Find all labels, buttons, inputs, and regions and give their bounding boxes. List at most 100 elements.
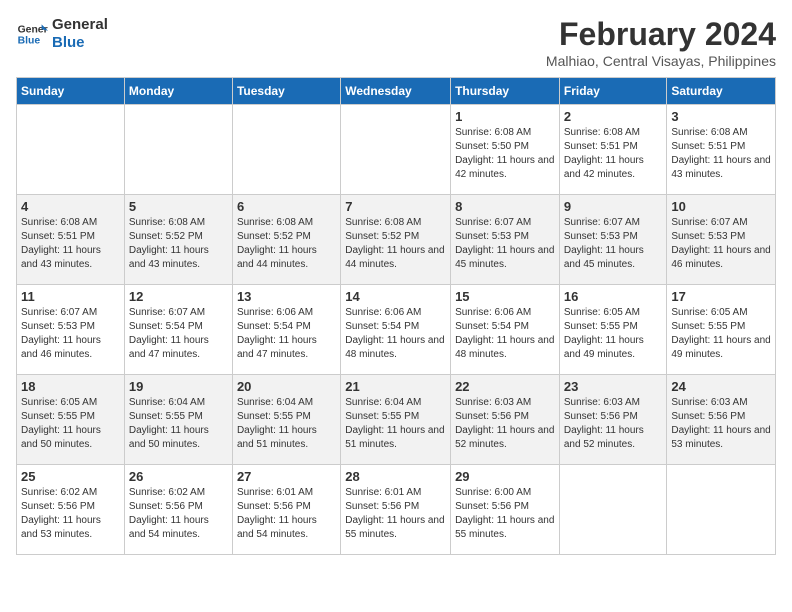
- day-number: 22: [455, 379, 555, 394]
- calendar-cell: 2 Sunrise: 6:08 AMSunset: 5:51 PMDaylight…: [559, 105, 667, 195]
- calendar-cell: 25 Sunrise: 6:02 AMSunset: 5:56 PMDayligh…: [17, 465, 125, 555]
- logo-blue: Blue: [52, 34, 108, 52]
- month-year: February 2024: [546, 16, 776, 53]
- logo: General Blue General Blue: [16, 16, 108, 52]
- day-info: Sunrise: 6:02 AMSunset: 5:56 PMDaylight:…: [129, 486, 228, 542]
- calendar-cell: 7Sunrise: 6:08 AMSunset: 5:52 PMDaylight…: [341, 195, 451, 285]
- day-info: Sunrise: 6:03 AMSunset: 5:56 PMDaylight:…: [564, 396, 663, 452]
- calendar-cell: 9 Sunrise: 6:07 AMSunset: 5:53 PMDaylight…: [559, 195, 667, 285]
- calendar-cell: 27 Sunrise: 6:01 AMSunset: 5:56 PMDayligh…: [232, 465, 340, 555]
- day-info: Sunrise: 6:01 AMSunset: 5:56 PMDaylight:…: [345, 486, 446, 542]
- calendar-cell: 10 Sunrise: 6:07 AMSunset: 5:53 PMDayligh…: [667, 195, 776, 285]
- calendar-cell: 13 Sunrise: 6:06 AMSunset: 5:54 PMDayligh…: [232, 285, 340, 375]
- header-cell-tuesday: Tuesday: [232, 78, 340, 105]
- logo-icon: General Blue: [16, 18, 48, 50]
- calendar-cell: 17 Sunrise: 6:05 AMSunset: 5:55 PMDayligh…: [667, 285, 776, 375]
- day-number: 19: [129, 379, 228, 394]
- calendar-cell: 5 Sunrise: 6:08 AMSunset: 5:52 PMDaylight…: [124, 195, 232, 285]
- day-info: Sunrise: 6:08 AMSunset: 5:51 PMDaylight:…: [21, 216, 120, 272]
- day-number: 13: [237, 289, 336, 304]
- calendar-cell: [559, 465, 667, 555]
- day-info: Sunrise: 6:03 AMSunset: 5:56 PMDaylight:…: [455, 396, 555, 452]
- day-number: 21: [345, 379, 446, 394]
- day-info: Sunrise: 6:04 AMSunset: 5:55 PMDaylight:…: [237, 396, 336, 452]
- header: General Blue General Blue February 2024 …: [16, 16, 776, 69]
- day-info: Sunrise: 6:08 AMSunset: 5:52 PMDaylight:…: [129, 216, 228, 272]
- day-info: Sunrise: 6:04 AMSunset: 5:55 PMDaylight:…: [345, 396, 446, 452]
- day-number: 10: [671, 199, 771, 214]
- calendar-cell: 8 Sunrise: 6:07 AMSunset: 5:53 PMDaylight…: [451, 195, 560, 285]
- calendar-cell: 24 Sunrise: 6:03 AMSunset: 5:56 PMDayligh…: [667, 375, 776, 465]
- calendar-cell: 11 Sunrise: 6:07 AMSunset: 5:53 PMDayligh…: [17, 285, 125, 375]
- calendar-cell: [17, 105, 125, 195]
- day-number: 18: [21, 379, 120, 394]
- day-number: 14: [345, 289, 446, 304]
- day-number: 11: [21, 289, 120, 304]
- day-number: 29: [455, 469, 555, 484]
- day-info: Sunrise: 6:07 AMSunset: 5:53 PMDaylight:…: [21, 306, 120, 362]
- day-number: 27: [237, 469, 336, 484]
- calendar-cell: 16Sunrise: 6:05 AMSunset: 5:55 PMDayligh…: [559, 285, 667, 375]
- day-number: 12: [129, 289, 228, 304]
- week-row-1: 1Sunrise: 6:08 AMSunset: 5:50 PMDaylight…: [17, 105, 776, 195]
- week-row-4: 18 Sunrise: 6:05 AMSunset: 5:55 PMDayligh…: [17, 375, 776, 465]
- day-info: Sunrise: 6:02 AMSunset: 5:56 PMDaylight:…: [21, 486, 120, 542]
- day-info: Sunrise: 6:07 AMSunset: 5:53 PMDaylight:…: [671, 216, 771, 272]
- day-number: 20: [237, 379, 336, 394]
- day-number: 8: [455, 199, 555, 214]
- calendar-cell: 28Sunrise: 6:01 AMSunset: 5:56 PMDayligh…: [341, 465, 451, 555]
- day-info: Sunrise: 6:08 AMSunset: 5:51 PMDaylight:…: [671, 126, 771, 182]
- calendar-cell: 3Sunrise: 6:08 AMSunset: 5:51 PMDaylight…: [667, 105, 776, 195]
- day-info: Sunrise: 6:07 AMSunset: 5:53 PMDaylight:…: [564, 216, 663, 272]
- day-number: 6: [237, 199, 336, 214]
- header-cell-friday: Friday: [559, 78, 667, 105]
- calendar-cell: [341, 105, 451, 195]
- day-number: 1: [455, 109, 555, 124]
- logo-general: General: [52, 16, 108, 34]
- calendar-cell: 12 Sunrise: 6:07 AMSunset: 5:54 PMDayligh…: [124, 285, 232, 375]
- calendar-cell: 6 Sunrise: 6:08 AMSunset: 5:52 PMDaylight…: [232, 195, 340, 285]
- calendar-cell: 1Sunrise: 6:08 AMSunset: 5:50 PMDaylight…: [451, 105, 560, 195]
- header-cell-monday: Monday: [124, 78, 232, 105]
- calendar-cell: 23 Sunrise: 6:03 AMSunset: 5:56 PMDayligh…: [559, 375, 667, 465]
- calendar-cell: 15Sunrise: 6:06 AMSunset: 5:54 PMDayligh…: [451, 285, 560, 375]
- day-info: Sunrise: 6:08 AMSunset: 5:51 PMDaylight:…: [564, 126, 663, 182]
- header-cell-sunday: Sunday: [17, 78, 125, 105]
- calendar-cell: [124, 105, 232, 195]
- calendar-cell: 14 Sunrise: 6:06 AMSunset: 5:54 PMDayligh…: [341, 285, 451, 375]
- calendar-cell: [667, 465, 776, 555]
- calendar-cell: 20 Sunrise: 6:04 AMSunset: 5:55 PMDayligh…: [232, 375, 340, 465]
- day-number: 9: [564, 199, 663, 214]
- header-cell-wednesday: Wednesday: [341, 78, 451, 105]
- day-info: Sunrise: 6:08 AMSunset: 5:52 PMDaylight:…: [237, 216, 336, 272]
- day-info: Sunrise: 6:07 AMSunset: 5:54 PMDaylight:…: [129, 306, 228, 362]
- svg-text:General: General: [18, 24, 48, 35]
- calendar-cell: 19 Sunrise: 6:04 AMSunset: 5:55 PMDayligh…: [124, 375, 232, 465]
- day-number: 17: [671, 289, 771, 304]
- day-info: Sunrise: 6:06 AMSunset: 5:54 PMDaylight:…: [345, 306, 446, 362]
- day-info: Sunrise: 6:07 AMSunset: 5:53 PMDaylight:…: [455, 216, 555, 272]
- day-info: Sunrise: 6:05 AMSunset: 5:55 PMDaylight:…: [21, 396, 120, 452]
- svg-text:Blue: Blue: [18, 36, 41, 47]
- calendar-cell: 18 Sunrise: 6:05 AMSunset: 5:55 PMDayligh…: [17, 375, 125, 465]
- day-info: Sunrise: 6:01 AMSunset: 5:56 PMDaylight:…: [237, 486, 336, 542]
- day-number: 25: [21, 469, 120, 484]
- day-number: 23: [564, 379, 663, 394]
- day-number: 26: [129, 469, 228, 484]
- day-number: 24: [671, 379, 771, 394]
- day-number: 2: [564, 109, 663, 124]
- day-info: Sunrise: 6:05 AMSunset: 5:55 PMDaylight:…: [671, 306, 771, 362]
- week-row-5: 25 Sunrise: 6:02 AMSunset: 5:56 PMDayligh…: [17, 465, 776, 555]
- day-info: Sunrise: 6:03 AMSunset: 5:56 PMDaylight:…: [671, 396, 771, 452]
- day-info: Sunrise: 6:04 AMSunset: 5:55 PMDaylight:…: [129, 396, 228, 452]
- calendar-table: SundayMondayTuesdayWednesdayThursdayFrid…: [16, 77, 776, 555]
- day-number: 16: [564, 289, 663, 304]
- day-info: Sunrise: 6:00 AMSunset: 5:56 PMDaylight:…: [455, 486, 555, 542]
- day-info: Sunrise: 6:06 AMSunset: 5:54 PMDaylight:…: [237, 306, 336, 362]
- header-row: SundayMondayTuesdayWednesdayThursdayFrid…: [17, 78, 776, 105]
- title-area: February 2024 Malhiao, Central Visayas, …: [546, 16, 776, 69]
- day-number: 5: [129, 199, 228, 214]
- week-row-2: 4Sunrise: 6:08 AMSunset: 5:51 PMDaylight…: [17, 195, 776, 285]
- day-number: 15: [455, 289, 555, 304]
- day-number: 7: [345, 199, 446, 214]
